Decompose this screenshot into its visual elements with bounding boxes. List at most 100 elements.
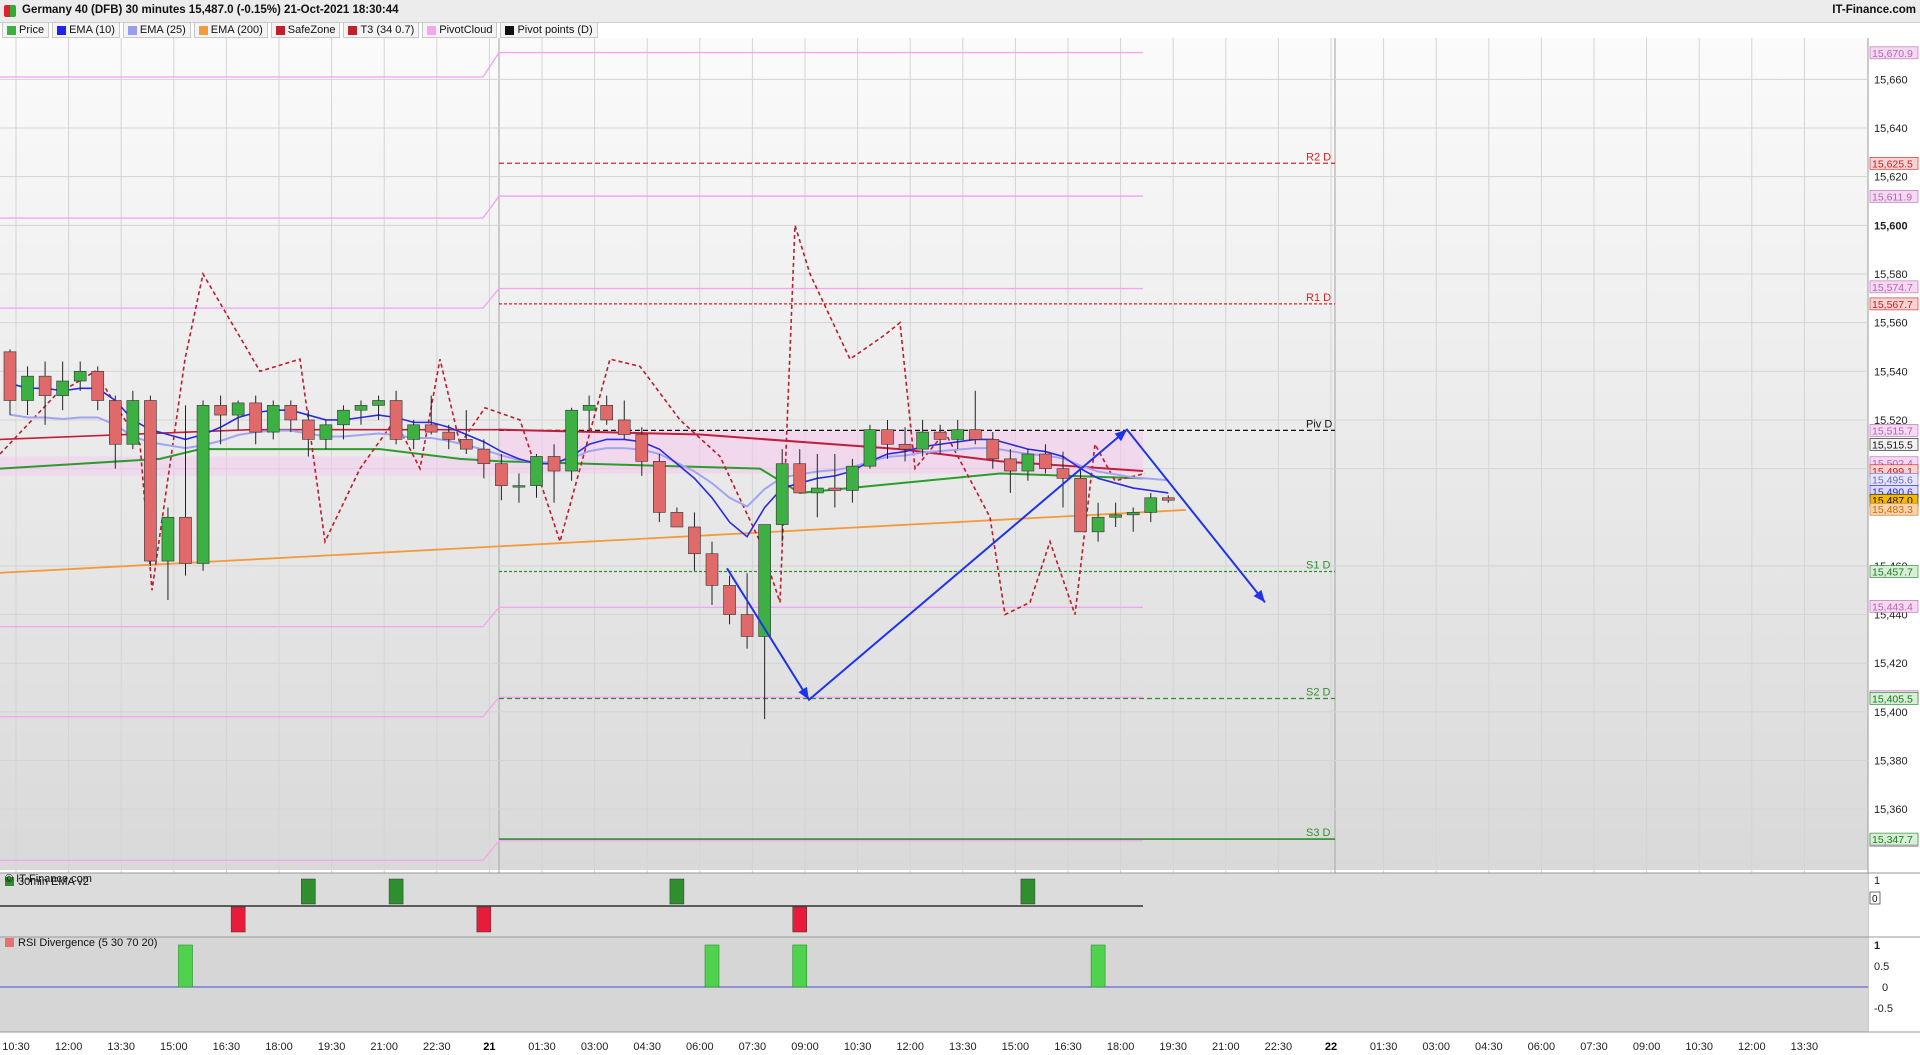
x-tick-label: 10:30: [1685, 1041, 1713, 1053]
candle-body: [968, 429, 982, 440]
x-tick-label: 12:00: [55, 1041, 83, 1053]
y-tick-label: 15,620: [1874, 172, 1908, 184]
x-tick-label: 04:30: [1475, 1041, 1503, 1053]
ema-signal-bar: [301, 878, 316, 905]
x-tick-label: 10:30: [844, 1041, 872, 1053]
candle-body: [881, 429, 894, 445]
x-tick-label: 16:30: [213, 1041, 241, 1053]
candle-body: [863, 429, 877, 467]
price-tag-label: 15,443.4: [1872, 601, 1913, 613]
candle-body: [495, 463, 508, 486]
y-tick-label: 15,580: [1874, 269, 1908, 281]
x-tick-label: 15:00: [160, 1041, 188, 1053]
candle-body: [56, 380, 69, 396]
x-tick-label: 18:00: [1107, 1041, 1135, 1053]
candle-body: [389, 400, 403, 440]
ema-signal-bar: [388, 878, 404, 905]
candle-body: [688, 526, 701, 555]
x-tick-label: 18:00: [265, 1041, 293, 1053]
candle-body: [442, 431, 456, 440]
candle-body: [810, 487, 824, 494]
candle-body: [705, 553, 719, 586]
x-tick-label: 19:30: [1159, 1041, 1187, 1053]
rsi-signal-bar: [792, 944, 808, 988]
candle-body: [617, 419, 631, 435]
candle-body: [477, 448, 491, 465]
candle-body: [459, 439, 473, 450]
candle-body: [1126, 512, 1140, 516]
candle-body: [161, 516, 175, 562]
x-tick-label: 07:30: [1580, 1041, 1608, 1053]
pivot-level-label: Piv D: [1306, 418, 1332, 430]
pivot-tag-label: 15,457.7: [1872, 567, 1913, 579]
candle-body: [758, 524, 771, 637]
pivot-level-label: R1 D: [1306, 292, 1331, 304]
candle-body: [670, 512, 684, 528]
price-tag-label: 15,611.9: [1872, 191, 1912, 203]
candle-body: [284, 405, 298, 421]
pivot-tag-label: 15,347.7: [1872, 834, 1913, 846]
rsi-signal-bar: [1090, 944, 1106, 988]
x-tick-label: 22: [1325, 1041, 1337, 1053]
candle-body: [3, 351, 17, 401]
candle-body: [179, 516, 192, 564]
ema-value-label: 0: [1872, 894, 1878, 905]
x-tick-label: 15:00: [1002, 1041, 1030, 1053]
x-tick-label: 13:30: [949, 1041, 977, 1053]
x-tick-label: 21: [483, 1041, 495, 1053]
watermark: © IT-Finance.com: [2, 872, 95, 886]
rsi-panel-title: RSI Divergence (5 30 70 20): [18, 937, 157, 949]
pivot-level-label: S2 D: [1306, 686, 1331, 698]
candle-body: [933, 431, 947, 440]
y-tick-label: 15,600: [1874, 220, 1908, 232]
x-tick-label: 03:00: [1422, 1041, 1450, 1053]
x-tick-label: 12:00: [896, 1041, 924, 1053]
price-tag-label: 15,574.7: [1872, 282, 1913, 294]
candle-body: [1004, 458, 1017, 472]
candle-body: [740, 614, 754, 637]
x-tick-label: 12:00: [1738, 1041, 1766, 1053]
candle-body: [1074, 478, 1087, 533]
x-tick-label: 01:30: [528, 1041, 556, 1053]
y-tick-label: 15,420: [1874, 658, 1908, 670]
pivot-level-label: S3 D: [1306, 827, 1331, 839]
candle-body: [898, 443, 912, 450]
candle-body: [91, 370, 105, 401]
y-tick-label: 15,400: [1874, 707, 1908, 719]
candle-body: [38, 375, 52, 396]
candle-body: [512, 485, 526, 488]
ema-signal-bar: [1020, 878, 1036, 905]
x-tick-label: 06:00: [686, 1041, 714, 1053]
pivot-level-label: S1 D: [1306, 560, 1331, 572]
pivot-tag-label: 15,515.5: [1872, 439, 1913, 451]
candle-body: [565, 409, 578, 472]
candle-body: [1162, 497, 1175, 501]
candle-body: [354, 405, 368, 411]
rsi-axis-label: 1: [1874, 940, 1880, 952]
candle-body: [723, 585, 736, 615]
candle-body: [73, 370, 87, 382]
candle-body: [547, 456, 561, 472]
x-tick-label: 03:00: [581, 1041, 609, 1053]
rsi-signal-bar: [178, 944, 193, 988]
candle-body: [21, 375, 34, 401]
price-tag-label: 15,515.7: [1872, 425, 1913, 437]
price-chart[interactable]: 10:30 12:00 13:30 15:00 16:30 18:00 19:30 21:00…: [0, 0, 1920, 1055]
candle-body: [231, 402, 245, 416]
x-tick-label: 10:30: [2, 1041, 30, 1053]
price-tag-label: 15,670.9: [1872, 48, 1913, 60]
x-tick-label: 21:00: [370, 1041, 398, 1053]
pivot-tag-label: 15,405.5: [1872, 693, 1913, 705]
candle-body: [144, 400, 157, 562]
candle-body: [249, 402, 262, 433]
candle-body: [126, 400, 140, 445]
candle-body: [793, 463, 807, 494]
y-tick-label: 15,660: [1874, 74, 1908, 86]
y-tick-label: 15,540: [1874, 366, 1908, 378]
candle-body: [828, 487, 842, 491]
candle-body: [530, 456, 543, 486]
ema-signal-bar: [669, 878, 685, 905]
ema-axis-label: 1: [1874, 875, 1880, 887]
candle-body: [1056, 468, 1070, 479]
x-tick-label: 09:00: [1633, 1041, 1661, 1053]
